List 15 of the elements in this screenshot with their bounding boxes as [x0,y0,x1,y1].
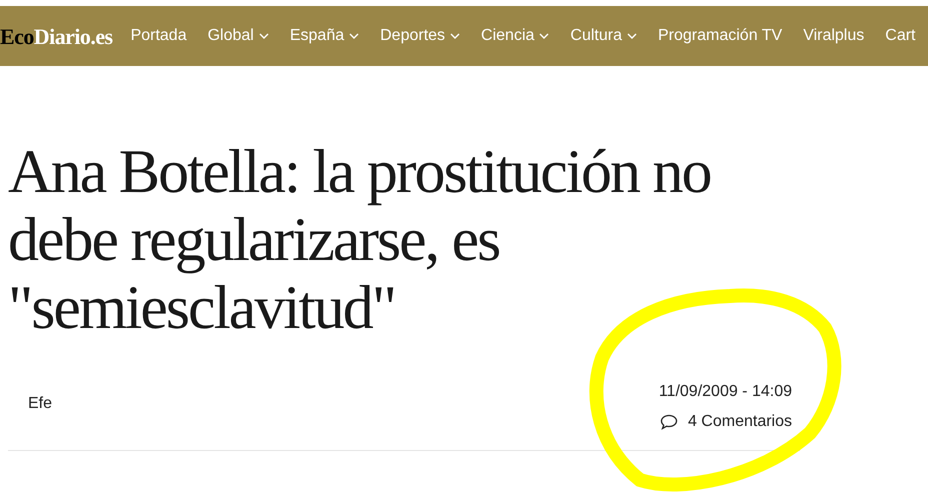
speech-bubble-icon [660,414,678,430]
author-name: Efe [28,394,52,414]
nav-link[interactable]: Deportes [380,24,460,48]
nav-link[interactable]: Ciencia [481,24,550,48]
headline: Ana Botella: la prostitución no debe regularizarse, es "semiesclavitud" [8,138,712,342]
nav-link[interactable]: Viralplus [803,24,864,48]
nav-link[interactable]: España [290,24,360,48]
logo[interactable]: EcoDiario.es [0,20,113,52]
nav-link[interactable]: Cart [885,24,916,48]
nav-link[interactable]: Global [208,24,269,48]
comments-link[interactable]: 4 Comentarios [660,410,792,434]
nav-link[interactable]: Cultura [570,24,637,48]
publish-date: 11/09/2009 - 14:09 [658,382,792,402]
nav-link[interactable]: Programación TV [658,24,782,48]
nav-link[interactable]: Portada [130,24,187,48]
